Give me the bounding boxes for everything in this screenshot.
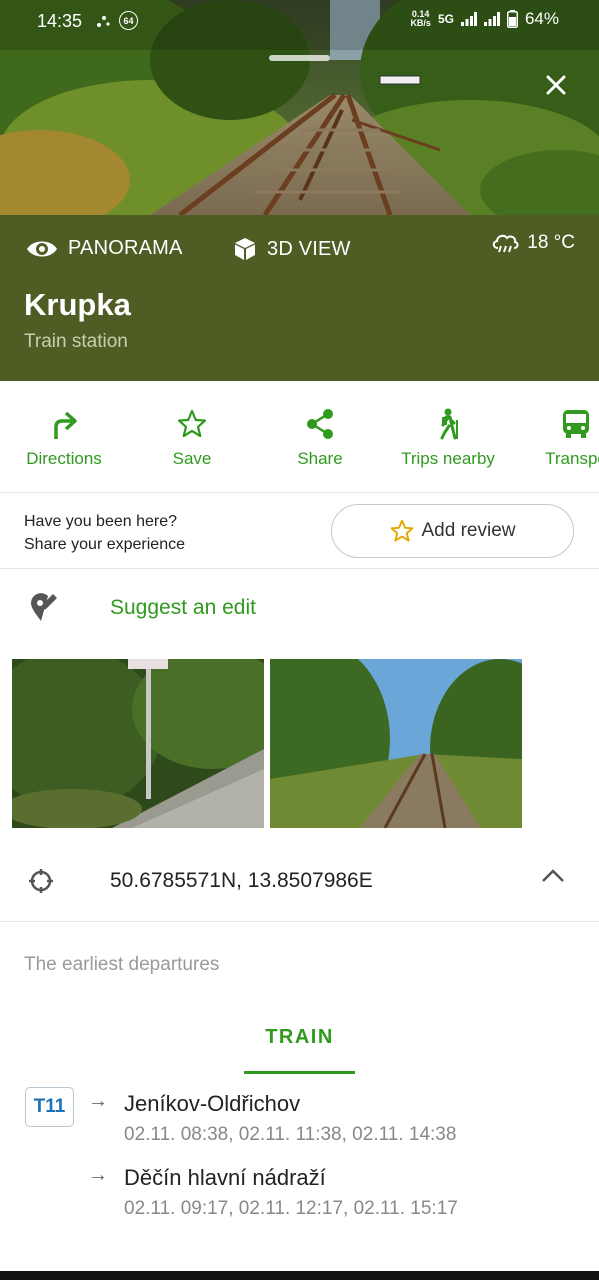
save-button[interactable]: Save	[128, 407, 256, 469]
direction-arrow-icon: →	[88, 1090, 108, 1112]
review-prompt-line2: Share your experience	[24, 536, 185, 553]
tab-train[interactable]: TRAIN	[244, 1020, 355, 1074]
battery-icon	[506, 10, 518, 28]
data-rate: 0.14 KB/s	[410, 9, 431, 28]
photo-thumbnail-1[interactable]	[12, 659, 264, 828]
directions-button[interactable]: Directions	[0, 407, 128, 469]
sheet-drag-handle[interactable]	[269, 55, 330, 61]
bus-icon	[563, 410, 589, 438]
add-review-button[interactable]: Add review	[331, 504, 574, 558]
signal-icon	[460, 12, 477, 26]
hiker-icon	[440, 408, 458, 440]
station-sign-photo	[12, 659, 264, 828]
coordinates-row: 50.6785571N, 13.8507986E	[0, 840, 599, 922]
direction-arrow-icon: →	[88, 1164, 108, 1186]
status-time: 14:35	[37, 11, 83, 31]
suggest-edit-label: Suggest an edit	[110, 596, 256, 619]
track-photo	[270, 659, 522, 828]
share-icon	[307, 409, 333, 439]
view-3d-button[interactable]: 3D VIEW	[233, 237, 351, 261]
signal-icon-2	[483, 12, 500, 26]
departure-destination-2[interactable]: Děčín hlavní nádraží	[124, 1165, 326, 1191]
crosshair-icon	[29, 869, 53, 893]
add-review-label: Add review	[421, 520, 516, 541]
cloud-rain-icon	[493, 234, 519, 253]
chevron-up-icon[interactable]	[540, 868, 566, 884]
close-icon	[546, 75, 566, 95]
view-3d-label: 3D VIEW	[267, 237, 351, 260]
notification-dots-icon	[97, 15, 110, 27]
place-title: Krupka	[24, 287, 131, 322]
departure-destination-1[interactable]: Jeníkov-Oldřichov	[124, 1091, 300, 1117]
review-prompt: Have you been here? Share your experienc…	[0, 493, 599, 569]
eye-icon	[27, 241, 57, 256]
cube-icon	[235, 238, 255, 260]
place-header: PANORAMA 3D VIEW 18 °C Krupka Train stat…	[0, 215, 599, 381]
network-label: 5G	[437, 12, 454, 26]
departure-times-1: 02.11. 08:38, 02.11. 11:38, 02.11. 14:38	[124, 1124, 457, 1145]
directions-icon	[54, 411, 77, 439]
star-outline-icon	[390, 519, 413, 542]
departures-heading: The earliest departures	[24, 954, 220, 975]
panorama-label: PANORAMA	[68, 237, 183, 259]
action-bar: Directions Save Share Trips nearby Trans…	[0, 381, 599, 493]
photo-thumbnail-2[interactable]	[270, 659, 522, 828]
edit-location-icon	[31, 593, 57, 621]
trips-nearby-button[interactable]: Trips nearby	[384, 407, 512, 469]
system-navigation-bar	[0, 1271, 599, 1280]
weather[interactable]: 18 °C	[491, 232, 575, 254]
status-bar: 14:35 64 0.14 KB/s 5G 64%	[0, 0, 599, 44]
share-button[interactable]: Share	[256, 407, 384, 469]
weather-temperature: 18 °C	[527, 232, 575, 253]
transport-button[interactable]: Transpo	[512, 407, 599, 469]
line-badge[interactable]: T11	[25, 1087, 74, 1127]
notification-badge: 64	[119, 11, 138, 30]
suggest-edit-row[interactable]: Suggest an edit	[0, 570, 599, 648]
close-button[interactable]	[538, 67, 574, 103]
coordinates-text[interactable]: 50.6785571N, 13.8507986E	[110, 869, 373, 893]
review-prompt-line1: Have you been here?	[24, 513, 177, 530]
panorama-photo[interactable]: 14:35 64 0.14 KB/s 5G 64%	[0, 0, 599, 215]
star-icon	[177, 409, 207, 438]
panorama-button[interactable]: PANORAMA	[26, 237, 183, 260]
departure-times-2: 02.11. 09:17, 02.11. 12:17, 02.11. 15:17	[124, 1198, 458, 1219]
battery-level: 64%	[524, 9, 559, 28]
place-category: Train station	[24, 331, 128, 352]
